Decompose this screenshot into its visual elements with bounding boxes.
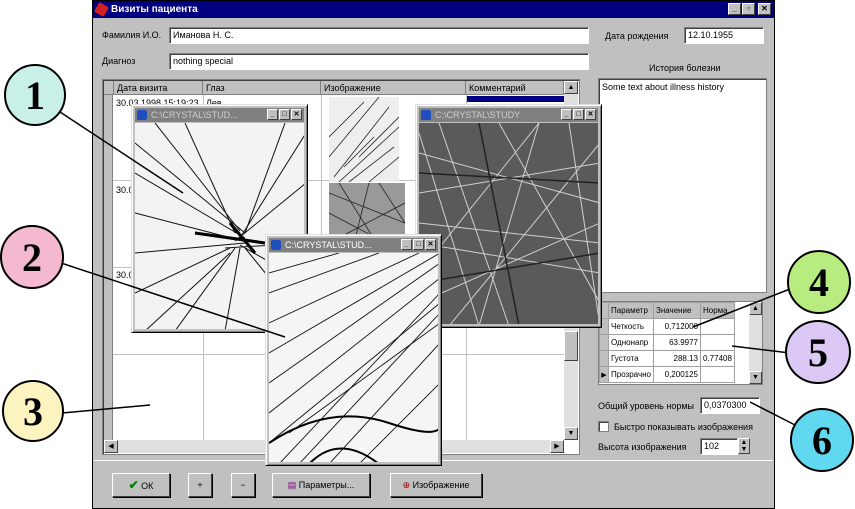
minimize-button[interactable]: _ bbox=[561, 109, 572, 120]
chart-icon: ▤ bbox=[287, 480, 297, 490]
image-height-label: Высота изображения bbox=[598, 442, 687, 452]
callout-1: 1 bbox=[4, 64, 66, 126]
callout-2: 2 bbox=[0, 225, 64, 289]
window-icon bbox=[271, 240, 281, 250]
param-scrollbar[interactable]: ▲ ▼ bbox=[749, 302, 762, 384]
param-header-value[interactable]: Значение bbox=[653, 302, 701, 319]
check-icon: ✔ bbox=[128, 478, 139, 492]
param-value: 0,200125 bbox=[653, 366, 701, 383]
grid-header-date[interactable]: Дата визита bbox=[114, 81, 203, 95]
overall-norm-label: Общий уровень нормы bbox=[598, 401, 695, 411]
param-value: 63.9977 bbox=[653, 334, 701, 351]
param-name: Однонапр bbox=[608, 334, 654, 351]
param-name: Четкость bbox=[608, 318, 654, 335]
name-label: Фамилия И.О. bbox=[102, 30, 162, 40]
param-row[interactable]: Однонапр 63.9977 bbox=[599, 334, 735, 351]
maximize-button[interactable]: □ bbox=[279, 109, 290, 120]
fast-images-label[interactable]: Быстро показывать изображения bbox=[614, 422, 753, 432]
crystal-image bbox=[419, 123, 598, 324]
param-name: Прозрачно bbox=[608, 366, 654, 383]
maximize-button[interactable]: ▫ bbox=[742, 3, 755, 15]
maximize-button[interactable]: □ bbox=[573, 109, 584, 120]
crystal-image bbox=[269, 253, 438, 462]
scroll-down-icon[interactable]: ▼ bbox=[564, 427, 578, 440]
delete-visit-button[interactable]: − bbox=[231, 473, 255, 497]
ok-button[interactable]: ✔ ОК bbox=[112, 473, 170, 497]
callout-4: 4 bbox=[787, 250, 851, 314]
diagnosis-label: Диагноз bbox=[102, 56, 136, 66]
grid-corner bbox=[104, 81, 114, 95]
param-value: 0,712000 bbox=[653, 318, 701, 335]
grid-header-image[interactable]: Изображение bbox=[321, 81, 466, 95]
param-value: 288.13 bbox=[653, 350, 701, 367]
image-window-titlebar[interactable]: C:\CRYSTAL\STUDY _ □ ✕ bbox=[419, 108, 598, 122]
scroll-up-icon[interactable]: ▲ bbox=[564, 81, 578, 94]
button-bar: ✔ ОК + − ▤ Параметры... ⊕ Изображение bbox=[94, 460, 773, 507]
parameters-button[interactable]: ▤ Параметры... bbox=[272, 473, 370, 497]
maximize-button[interactable]: □ bbox=[413, 239, 424, 250]
close-button[interactable]: ✕ bbox=[758, 3, 771, 15]
param-row[interactable]: Четкость 0,712000 bbox=[599, 318, 735, 335]
param-norm: 0.77408 bbox=[700, 350, 735, 367]
image-height-field[interactable]: 102 bbox=[700, 438, 738, 455]
history-memo[interactable]: Some text about illness history bbox=[598, 78, 767, 293]
param-norm bbox=[700, 366, 735, 383]
grid-header-comment[interactable]: Комментарий bbox=[466, 81, 564, 95]
name-field[interactable]: Иманова Н. С. bbox=[169, 27, 589, 44]
image-window-titlebar[interactable]: C:\CRYSTAL\STUD... _ □ ✕ bbox=[269, 238, 438, 252]
callout-3: 3 bbox=[2, 380, 64, 442]
grid-header-eye[interactable]: Глаз bbox=[203, 81, 321, 95]
scroll-left-icon[interactable]: ◀ bbox=[104, 440, 118, 453]
parameters-grid[interactable]: Параметр Значение Норма Четкость 0,71200… bbox=[598, 301, 763, 385]
image-button[interactable]: ⊕ Изображение bbox=[390, 473, 482, 497]
param-header-norm[interactable]: Норма bbox=[700, 302, 735, 319]
close-button[interactable]: ✕ bbox=[585, 109, 596, 120]
history-text[interactable]: Some text about illness history bbox=[602, 82, 724, 92]
app-icon bbox=[93, 1, 110, 18]
close-button[interactable]: ✕ bbox=[425, 239, 436, 250]
minimize-button[interactable]: _ bbox=[728, 3, 741, 15]
callout-5: 5 bbox=[785, 320, 851, 384]
scroll-thumb[interactable] bbox=[564, 331, 578, 361]
selected-comment-cell[interactable] bbox=[467, 96, 564, 102]
param-row[interactable]: ▶ Прозрачно 0,200125 bbox=[599, 366, 735, 383]
overall-norm-field[interactable]: 0,0370300 bbox=[700, 397, 760, 414]
param-norm bbox=[700, 334, 735, 351]
image-window-titlebar[interactable]: C:\CRYSTAL\STUD... _ □ ✕ bbox=[135, 108, 304, 122]
close-button[interactable]: ✕ bbox=[291, 109, 302, 120]
window-icon bbox=[137, 110, 147, 120]
param-norm bbox=[700, 318, 735, 335]
birth-date-field[interactable]: 12.10.1955 bbox=[684, 27, 764, 44]
param-header-name[interactable]: Параметр bbox=[608, 302, 654, 319]
window-icon bbox=[421, 110, 431, 120]
param-name: Густота bbox=[608, 350, 654, 367]
image-height-spinner[interactable]: ▲ ▼ bbox=[738, 438, 750, 454]
add-visit-button[interactable]: + bbox=[188, 473, 212, 497]
magnifier-icon: ⊕ bbox=[402, 480, 411, 490]
image-window-2[interactable]: C:\CRYSTAL\STUDY _ □ ✕ bbox=[415, 104, 602, 328]
thumbnail-image[interactable] bbox=[328, 96, 400, 183]
fast-images-checkbox[interactable] bbox=[598, 421, 609, 432]
minimize-button[interactable]: _ bbox=[401, 239, 412, 250]
param-scroll-down-icon[interactable]: ▼ bbox=[749, 371, 762, 384]
minimize-button[interactable]: _ bbox=[267, 109, 278, 120]
param-scroll-up-icon[interactable]: ▲ bbox=[749, 302, 762, 315]
history-label: История болезни bbox=[649, 63, 721, 73]
param-row[interactable]: Густота 288.13 0.77408 bbox=[599, 350, 735, 367]
diagnosis-field[interactable]: nothing special bbox=[169, 53, 589, 70]
image-window-3[interactable]: C:\CRYSTAL\STUD... _ □ ✕ bbox=[265, 234, 442, 466]
row-indicator bbox=[104, 95, 113, 440]
current-row-arrow-icon: ▶ bbox=[599, 366, 609, 383]
scroll-right-icon[interactable]: ▶ bbox=[550, 440, 564, 453]
callout-6: 6 bbox=[790, 408, 854, 472]
birth-date-label: Дата рождения bbox=[605, 31, 669, 41]
window-title: Визиты пациента bbox=[111, 4, 198, 15]
window-titlebar[interactable]: Визиты пациента _ ▫ ✕ bbox=[93, 1, 774, 18]
